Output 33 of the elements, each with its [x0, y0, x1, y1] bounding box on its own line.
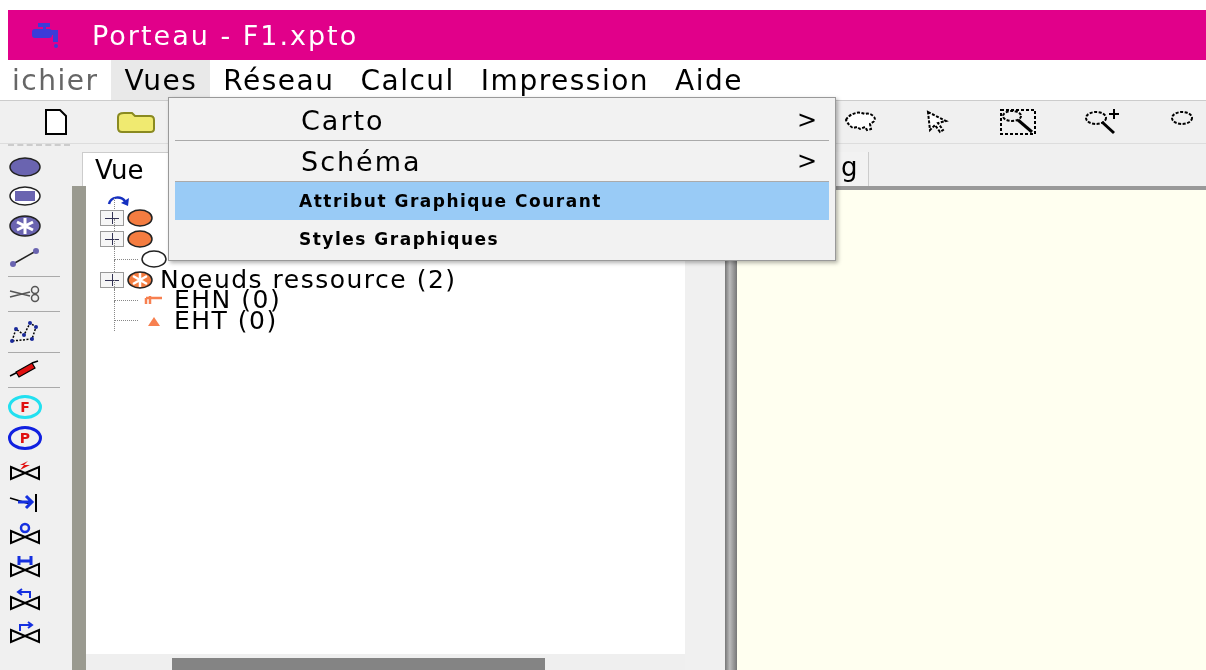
refresh-icon[interactable]: [106, 194, 132, 208]
asterisk-circle-icon[interactable]: [8, 214, 42, 238]
tree-item[interactable]: EHN (0): [174, 290, 282, 311]
menu-item[interactable]: Styles Graphiques: [175, 220, 829, 258]
window-title: Porteau - F1.xpto: [92, 19, 359, 51]
new-document-icon[interactable]: [44, 108, 68, 136]
menu-item[interactable]: Réseau: [210, 60, 348, 100]
tree-item[interactable]: Noeuds ressource (2): [160, 269, 457, 290]
node-icon: [140, 249, 168, 270]
menu-item[interactable]: Impression: [467, 60, 663, 100]
node-icon: [126, 228, 154, 249]
expand-button[interactable]: [100, 210, 124, 227]
tree-item[interactable]: EHT (0): [174, 310, 278, 331]
asterisk-circle-icon: [126, 269, 154, 290]
menu-item[interactable]: Calcul: [347, 60, 468, 100]
valve-icon[interactable]: [8, 587, 42, 613]
folder-icon[interactable]: [116, 111, 156, 133]
valve-icon[interactable]: [8, 620, 42, 646]
ellipse-icon[interactable]: [8, 156, 42, 178]
node-icon: [126, 208, 154, 229]
valve-icon[interactable]: [8, 521, 42, 547]
zoom-area-icon[interactable]: [998, 107, 1038, 137]
expand-button[interactable]: [100, 230, 124, 247]
menu-item[interactable]: Attribut Graphique Courant: [175, 182, 829, 220]
line-icon[interactable]: [8, 245, 42, 269]
menu-item[interactable]: Vues: [111, 60, 211, 100]
menu-item[interactable]: Aide: [662, 60, 757, 100]
valve-icon[interactable]: [8, 554, 42, 580]
expand-button[interactable]: [100, 271, 124, 288]
menu-item[interactable]: ichier: [0, 60, 112, 100]
letter-circle-icon[interactable]: F: [8, 395, 42, 419]
scissors-icon[interactable]: [8, 284, 42, 304]
letter-circle-icon[interactable]: P: [8, 426, 42, 450]
